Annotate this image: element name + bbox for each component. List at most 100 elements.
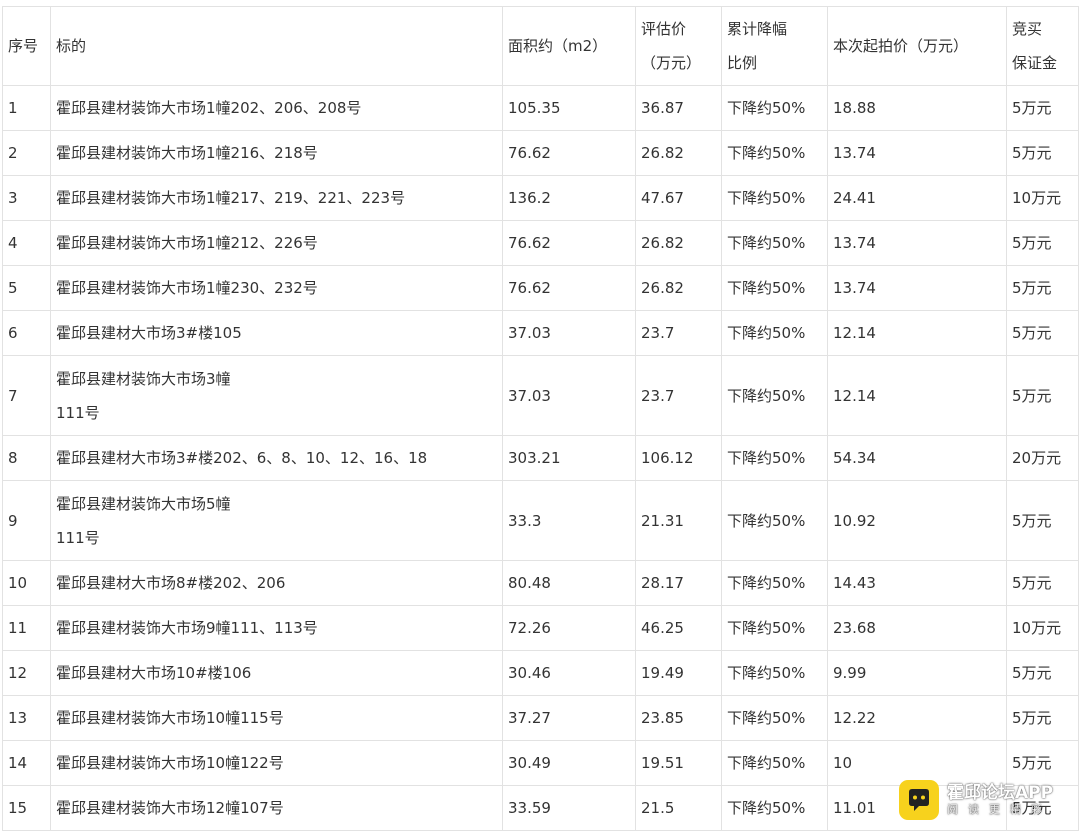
cell-area: 33.3: [502, 480, 636, 561]
cell-deposit: 5万元: [1006, 785, 1079, 831]
cell-appraisal: 28.17: [635, 560, 722, 606]
cell-no: 14: [2, 740, 51, 786]
cell-deposit: 5万元: [1006, 650, 1079, 696]
table-header-row: 序号 标的 面积约（m2） 评估价 （万元） 累计降幅 比例 本次起拍价（万元） 竞…: [2, 6, 1079, 86]
cell-no: 4: [2, 220, 51, 266]
cell-no: 11: [2, 605, 51, 651]
cell-target-line1: 霍邱县建材装饰大市场3幢: [56, 369, 231, 388]
header-deposit: 竞买 保证金: [1006, 6, 1079, 86]
cell-target: 霍邱县建材装饰大市场10幢115号: [50, 695, 503, 741]
cell-area: 303.21: [502, 435, 636, 481]
header-area: 面积约（m2）: [502, 6, 636, 86]
cell-target-line2: 111号: [56, 403, 100, 422]
cell-area: 72.26: [502, 605, 636, 651]
cell-deposit: 5万元: [1006, 560, 1079, 606]
cell-target: 霍邱县建材大市场3#楼202、6、8、10、12、16、18: [50, 435, 503, 481]
header-deposit-line1: 竞买: [1012, 20, 1043, 38]
table-row: 1 霍邱县建材装饰大市场1幢202、206、208号 105.35 36.87 …: [2, 85, 1079, 131]
cell-target: 霍邱县建材装饰大市场1幢217、219、221、223号: [50, 175, 503, 221]
table-row: 6 霍邱县建材大市场3#楼105 37.03 23.7 下降约50% 12.14…: [2, 310, 1079, 356]
cell-start-price: 14.43: [827, 560, 1007, 606]
cell-start-price: 12.14: [827, 310, 1007, 356]
cell-appraisal: 46.25: [635, 605, 722, 651]
cell-area: 33.59: [502, 785, 636, 831]
cell-no: 8: [2, 435, 51, 481]
cell-appraisal: 19.51: [635, 740, 722, 786]
cell-deposit: 20万元: [1006, 435, 1079, 481]
cell-area: 30.46: [502, 650, 636, 696]
cell-reduction: 下降约50%: [721, 740, 828, 786]
cell-no: 15: [2, 785, 51, 831]
cell-start-price: 9.99: [827, 650, 1007, 696]
table-row: 10 霍邱县建材大市场8#楼202、206 80.48 28.17 下降约50%…: [2, 560, 1079, 606]
cell-no: 5: [2, 265, 51, 311]
cell-area: 76.62: [502, 265, 636, 311]
cell-no: 2: [2, 130, 51, 176]
cell-no: 6: [2, 310, 51, 356]
cell-appraisal: 26.82: [635, 130, 722, 176]
cell-no: 12: [2, 650, 51, 696]
cell-reduction: 下降约50%: [721, 355, 828, 436]
cell-area: 80.48: [502, 560, 636, 606]
table-row: 5 霍邱县建材装饰大市场1幢230、232号 76.62 26.82 下降约50…: [2, 265, 1079, 311]
cell-reduction: 下降约50%: [721, 435, 828, 481]
header-appraisal-line2: （万元）: [641, 54, 702, 72]
cell-area: 136.2: [502, 175, 636, 221]
header-appraisal: 评估价 （万元）: [635, 6, 722, 86]
cell-target: 霍邱县建材装饰大市场9幢111、113号: [50, 605, 503, 651]
cell-start-price: 12.14: [827, 355, 1007, 436]
cell-reduction: 下降约50%: [721, 480, 828, 561]
cell-area: 105.35: [502, 85, 636, 131]
table-row: 15 霍邱县建材装饰大市场12幢107号 33.59 21.5 下降约50% 1…: [2, 785, 1079, 831]
auction-table: 序号 标的 面积约（m2） 评估价 （万元） 累计降幅 比例 本次起拍价（万元） 竞…: [2, 6, 1079, 831]
cell-no: 10: [2, 560, 51, 606]
cell-deposit: 10万元: [1006, 605, 1079, 651]
cell-appraisal: 36.87: [635, 85, 722, 131]
cell-target: 霍邱县建材装饰大市场1幢230、232号: [50, 265, 503, 311]
cell-deposit: 5万元: [1006, 310, 1079, 356]
cell-deposit: 5万元: [1006, 85, 1079, 131]
cell-start-price: 23.68: [827, 605, 1007, 651]
header-start-price: 本次起拍价（万元）: [827, 6, 1007, 86]
cell-appraisal: 26.82: [635, 220, 722, 266]
cell-start-price: 11.01: [827, 785, 1007, 831]
cell-target: 霍邱县建材装饰大市场3幢 111号: [50, 355, 503, 436]
cell-reduction: 下降约50%: [721, 265, 828, 311]
cell-start-price: 13.74: [827, 265, 1007, 311]
table-row: 7 霍邱县建材装饰大市场3幢 111号 37.03 23.7 下降约50% 12.…: [2, 355, 1079, 436]
cell-reduction: 下降约50%: [721, 605, 828, 651]
cell-deposit: 5万元: [1006, 480, 1079, 561]
cell-appraisal: 106.12: [635, 435, 722, 481]
cell-start-price: 10.92: [827, 480, 1007, 561]
table-row: 8 霍邱县建材大市场3#楼202、6、8、10、12、16、18 303.21 …: [2, 435, 1079, 481]
header-no: 序号: [2, 6, 51, 86]
cell-reduction: 下降约50%: [721, 130, 828, 176]
table-row: 13 霍邱县建材装饰大市场10幢115号 37.27 23.85 下降约50% …: [2, 695, 1079, 741]
cell-target: 霍邱县建材装饰大市场1幢216、218号: [50, 130, 503, 176]
header-target: 标的: [50, 6, 503, 86]
cell-start-price: 18.88: [827, 85, 1007, 131]
cell-appraisal: 23.7: [635, 355, 722, 436]
cell-appraisal: 21.5: [635, 785, 722, 831]
table-row: 14 霍邱县建材装饰大市场10幢122号 30.49 19.51 下降约50% …: [2, 740, 1079, 786]
cell-no: 7: [2, 355, 51, 436]
header-deposit-line2: 保证金: [1012, 54, 1058, 72]
cell-deposit: 5万元: [1006, 355, 1079, 436]
cell-target-line2: 111号: [56, 528, 100, 547]
cell-target-line1: 霍邱县建材装饰大市场5幢: [56, 494, 231, 513]
cell-reduction: 下降约50%: [721, 220, 828, 266]
cell-reduction: 下降约50%: [721, 560, 828, 606]
cell-area: 30.49: [502, 740, 636, 786]
cell-deposit: 5万元: [1006, 220, 1079, 266]
cell-target: 霍邱县建材装饰大市场1幢202、206、208号: [50, 85, 503, 131]
cell-deposit: 10万元: [1006, 175, 1079, 221]
table-row: 3 霍邱县建材装饰大市场1幢217、219、221、223号 136.2 47.…: [2, 175, 1079, 221]
table-row: 9 霍邱县建材装饰大市场5幢 111号 33.3 21.31 下降约50% 10.…: [2, 480, 1079, 561]
cell-appraisal: 19.49: [635, 650, 722, 696]
header-reduction-line1: 累计降幅: [727, 20, 788, 38]
cell-reduction: 下降约50%: [721, 695, 828, 741]
cell-deposit: 5万元: [1006, 695, 1079, 741]
cell-start-price: 54.34: [827, 435, 1007, 481]
cell-appraisal: 47.67: [635, 175, 722, 221]
cell-reduction: 下降约50%: [721, 310, 828, 356]
